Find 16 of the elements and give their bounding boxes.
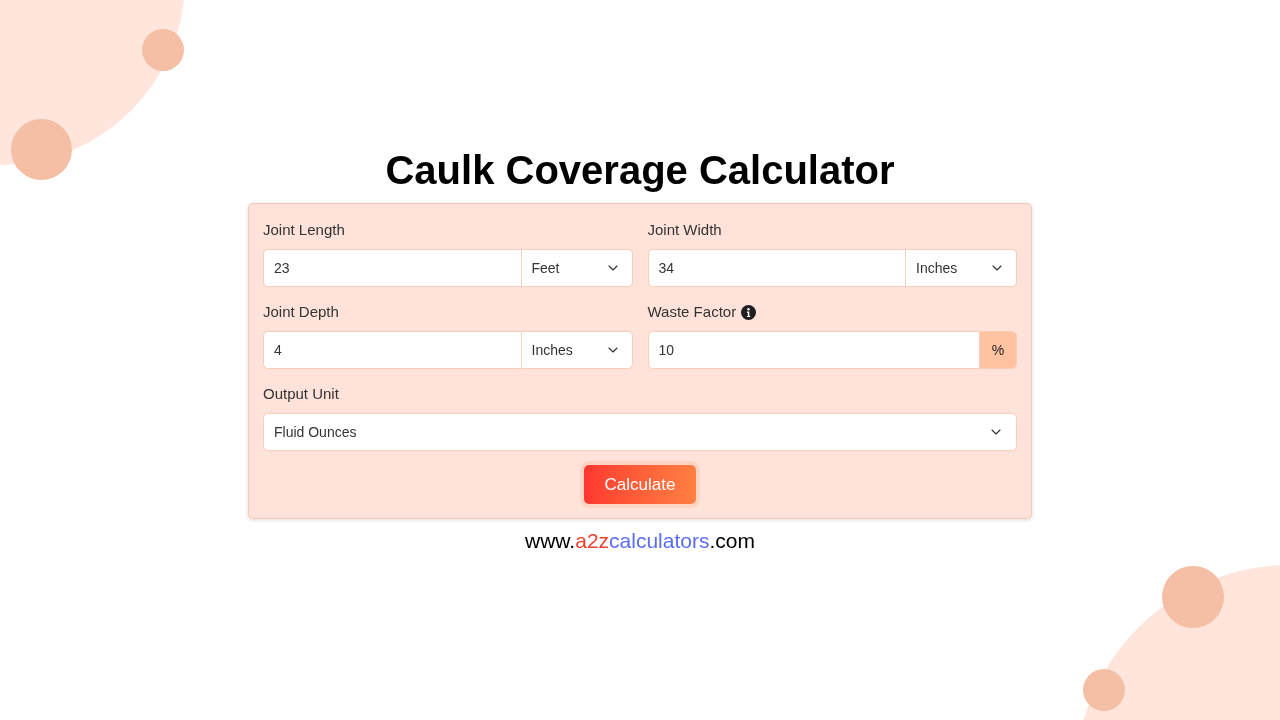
unit-dropdown[interactable]: Feet xyxy=(520,249,633,287)
field-label: Joint Depth xyxy=(263,301,339,322)
number-input[interactable]: 34 xyxy=(647,249,905,287)
field-label: Joint Length xyxy=(263,219,345,240)
unit-dropdown[interactable]: Inches xyxy=(520,331,633,369)
unit-dropdown[interactable]: Inches xyxy=(905,249,1017,287)
website-url: www.a2zcalculators.com xyxy=(525,528,755,554)
number-input[interactable]: 10 xyxy=(647,331,979,369)
number-input[interactable]: 4 xyxy=(263,331,521,369)
page-title: Caulk Coverage Calculator xyxy=(385,147,895,194)
field-label: Waste Factor xyxy=(647,301,737,322)
number-input[interactable]: 23 xyxy=(263,249,521,287)
field-label: Output Unit xyxy=(263,383,339,404)
field-label: Joint Width xyxy=(647,219,722,240)
percent-addon: % xyxy=(979,331,1017,369)
unit-dropdown[interactable]: Fluid Ounces xyxy=(263,413,1017,451)
